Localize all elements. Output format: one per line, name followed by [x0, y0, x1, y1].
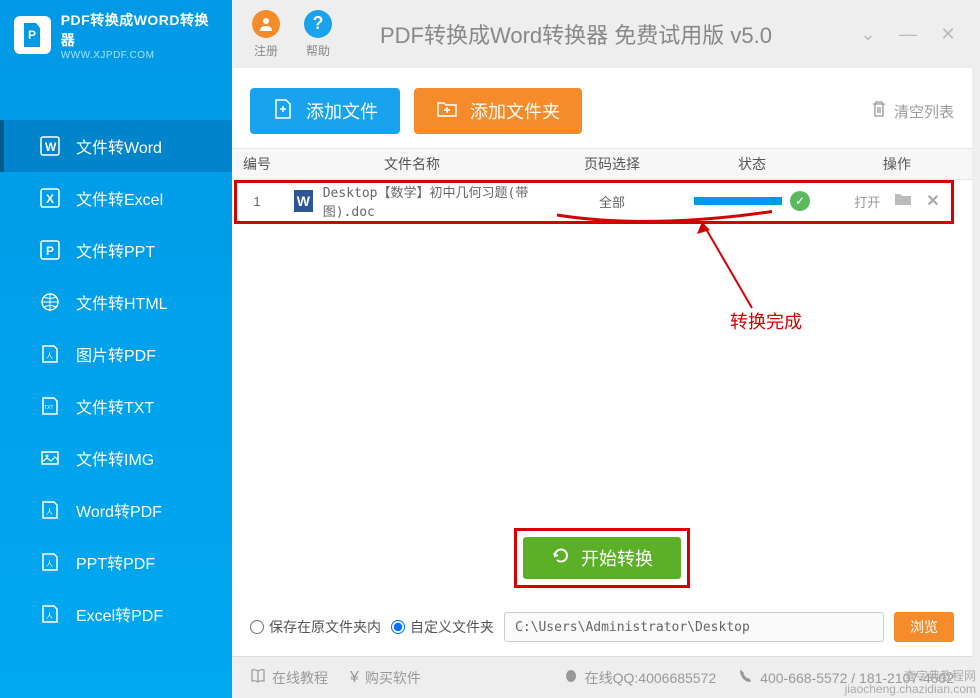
yen-icon: ¥ — [350, 669, 359, 687]
sidebar-item-pptpdf[interactable]: 人 PPT转PDF — [0, 536, 232, 588]
add-folder-button[interactable]: 添加文件夹 — [414, 88, 582, 134]
folder-open-icon[interactable] — [894, 192, 912, 211]
svg-text:P: P — [28, 28, 36, 42]
app-title: PDF转换成Word转换器 免费试用版 v5.0 — [380, 18, 772, 50]
register-button[interactable]: 注册 — [252, 10, 280, 59]
svg-text:人: 人 — [46, 352, 53, 360]
dropdown-button[interactable]: ⌄ — [856, 24, 880, 45]
pdf-icon: 人 — [40, 552, 60, 572]
sidebar-item-word[interactable]: W 文件转Word — [0, 120, 232, 172]
sidebar-item-label: Word转PDF — [76, 498, 162, 522]
pdf-icon: 人 — [40, 344, 60, 364]
word-file-icon: W — [294, 190, 313, 212]
minimize-button[interactable]: — — [896, 24, 920, 45]
footer-tutorial[interactable]: 在线教程 — [250, 668, 328, 688]
file-name: Desktop【数学】初中几何习题(带图).doc — [323, 182, 542, 220]
help-icon: ? — [304, 10, 332, 38]
sidebar-item-ppt[interactable]: P 文件转PPT — [0, 224, 232, 276]
save-original-radio[interactable]: 保存在原文件夹内 — [250, 617, 381, 637]
pdf-icon: 人 — [40, 604, 60, 624]
qq-icon — [563, 668, 579, 687]
annotation-text: 转换完成 — [730, 308, 802, 334]
footer-qq[interactable]: 在线QQ:4006685572 — [563, 668, 717, 688]
annotation-box-start: 开始转换 — [514, 528, 690, 588]
annotation-underline-arrow — [532, 208, 772, 318]
progress-bar — [694, 197, 782, 205]
open-button[interactable]: 打开 — [854, 192, 880, 211]
excel-icon: X — [40, 188, 60, 208]
watermark: 查字典教程网 jiaocheng.chazidian.com — [845, 670, 976, 696]
sidebar-item-txt[interactable]: TXT 文件转TXT — [0, 380, 232, 432]
table-header: 编号 文件名称 页码选择 状态 操作 — [232, 148, 972, 180]
logo-icon: P — [14, 16, 51, 54]
logo-title: PDF转换成WORD转换器 — [61, 10, 218, 50]
clear-list-button[interactable]: 清空列表 — [870, 100, 954, 122]
svg-text:P: P — [46, 244, 54, 258]
start-convert-button[interactable]: 开始转换 — [523, 537, 681, 579]
sidebar-item-img[interactable]: 文件转IMG — [0, 432, 232, 484]
remove-icon[interactable]: ✕ — [926, 191, 939, 211]
sidebar-item-wordpdf[interactable]: 人 Word转PDF — [0, 484, 232, 536]
footer-buy[interactable]: ¥ 购买软件 — [350, 668, 421, 688]
add-file-button[interactable]: 添加文件 — [250, 88, 400, 134]
file-add-icon — [272, 98, 294, 125]
txt-icon: TXT — [40, 396, 60, 416]
word-icon: W — [40, 136, 60, 156]
sidebar-item-html[interactable]: 文件转HTML — [0, 276, 232, 328]
sidebar-item-label: 文件转TXT — [76, 394, 154, 418]
sidebar-item-label: 文件转Word — [76, 134, 162, 158]
logo-url: WWW.XJPDF.COM — [61, 50, 218, 61]
svg-text:X: X — [46, 192, 54, 206]
save-custom-radio[interactable]: 自定义文件夹 — [391, 617, 494, 637]
sidebar-item-excelpdf[interactable]: 人 Excel转PDF — [0, 588, 232, 640]
phone-icon — [738, 668, 754, 687]
sidebar-item-excel[interactable]: X 文件转Excel — [0, 172, 232, 224]
sidebar-item-image[interactable]: 人 图片转PDF — [0, 328, 232, 380]
sidebar-item-label: 文件转PPT — [76, 238, 155, 262]
sidebar-item-label: Excel转PDF — [76, 602, 163, 626]
sidebar-item-label: 文件转IMG — [76, 446, 154, 470]
book-icon — [250, 668, 266, 687]
svg-text:W: W — [45, 140, 57, 154]
pdf-icon: 人 — [40, 500, 60, 520]
success-icon: ✓ — [790, 191, 810, 211]
save-path-input[interactable] — [504, 612, 884, 642]
sidebar-item-label: PPT转PDF — [76, 550, 155, 574]
svg-text:人: 人 — [46, 560, 53, 568]
svg-text:人: 人 — [46, 508, 53, 516]
folder-add-icon — [436, 98, 458, 125]
browse-button[interactable]: 浏览 — [894, 612, 954, 642]
logo-area: P PDF转换成WORD转换器 WWW.XJPDF.COM — [0, 0, 232, 70]
close-button[interactable]: ✕ — [936, 24, 960, 45]
svg-text:TXT: TXT — [44, 405, 53, 411]
html-icon — [40, 292, 60, 312]
help-button[interactable]: ? 帮助 — [304, 10, 332, 59]
table-row[interactable]: 1 W Desktop【数学】初中几何习题(带图).doc 全部 ✓ 打开 ✕ — [232, 180, 972, 222]
ppt-icon: P — [40, 240, 60, 260]
svg-text:人: 人 — [46, 612, 53, 620]
img-icon — [40, 448, 60, 468]
sidebar-item-label: 文件转HTML — [76, 290, 168, 314]
user-icon — [252, 10, 280, 38]
sidebar-item-label: 图片转PDF — [76, 342, 156, 366]
trash-icon — [870, 100, 888, 122]
refresh-icon — [551, 546, 571, 571]
sidebar-item-label: 文件转Excel — [76, 186, 163, 210]
